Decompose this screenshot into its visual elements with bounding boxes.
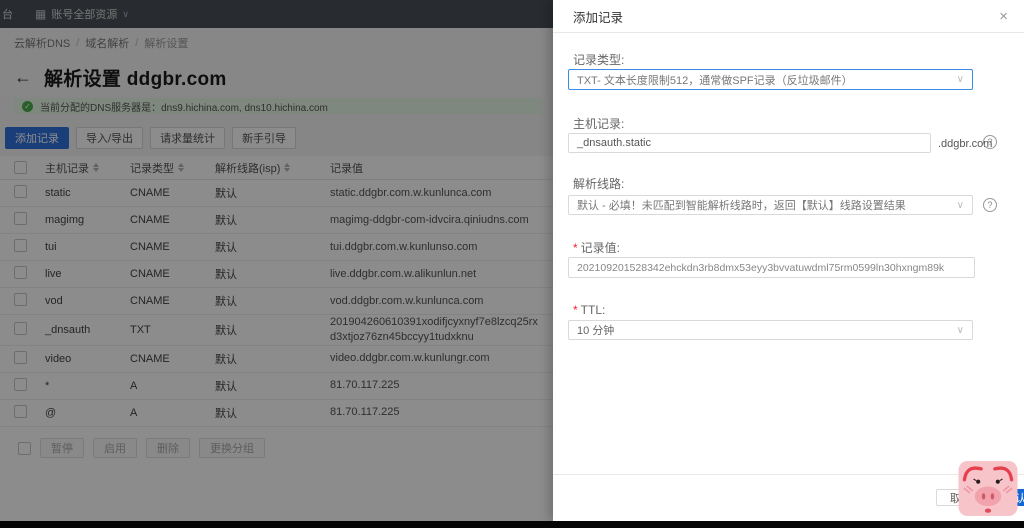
record-value-input[interactable]: 202109201528342ehckdn3rb8dmx53eyy3bvvatu…: [568, 257, 975, 278]
drawer-title: 添加记录: [573, 10, 624, 25]
chevron-down-icon: ∨: [956, 74, 964, 85]
add-record-drawer: 添加记录 × 记录类型: TXT- 文本长度限制512，通常做SPF记录（反垃圾…: [553, 0, 1024, 521]
close-icon[interactable]: ×: [999, 9, 1008, 24]
chevron-down-icon: ∨: [956, 324, 964, 336]
record-value-text: 202109201528342ehckdn3rb8dmx53eyy3bvvatu…: [577, 261, 945, 274]
line-label: 解析线路:: [573, 177, 625, 191]
ttl-select[interactable]: 10 分钟 ∨: [568, 320, 973, 340]
drawer-header: 添加记录 ×: [553, 0, 1024, 33]
record-type-select[interactable]: TXT- 文本长度限制512，通常做SPF记录（反垃圾邮件） ∨: [568, 69, 973, 90]
ttl-value: 10 分钟: [577, 325, 615, 337]
host-record-input[interactable]: _dnsauth.static: [568, 133, 931, 153]
host-help-icon[interactable]: ?: [983, 135, 997, 149]
line-value: 默认 - 必填！未匹配到智能解析线路时，返回【默认】线路设置结果: [577, 200, 906, 212]
modal-dim-overlay: [0, 0, 553, 528]
ttl-label: * TTL:: [573, 303, 606, 317]
console-page: 台 ▦ 账号全部资源 ∨ 云解析DNS / 域名解析 / 解析设置 ← 解析设置 ddg…: [0, 0, 553, 528]
required-mark: *: [573, 303, 578, 317]
line-select[interactable]: 默认 - 必填！未匹配到智能解析线路时，返回【默认】线路设置结果 ∨: [568, 195, 973, 215]
pig-sticker: [958, 461, 1018, 516]
host-record-value: _dnsauth.static: [577, 137, 651, 149]
drawer-footer: 取消 确认: [553, 474, 1024, 521]
window-bottom-strip: [0, 521, 1024, 528]
chevron-down-icon: ∨: [956, 199, 964, 211]
line-help-icon[interactable]: ?: [983, 198, 997, 212]
host-record-label: 主机记录:: [573, 117, 625, 131]
record-value-label: * 记录值:: [573, 241, 621, 255]
screen: 台 ▦ 账号全部资源 ∨ 云解析DNS / 域名解析 / 解析设置 ← 解析设置 ddg…: [0, 0, 1024, 528]
record-type-label: 记录类型:: [573, 53, 625, 67]
required-mark: *: [573, 241, 578, 255]
record-type-value: TXT- 文本长度限制512，通常做SPF记录（反垃圾邮件）: [577, 74, 853, 87]
